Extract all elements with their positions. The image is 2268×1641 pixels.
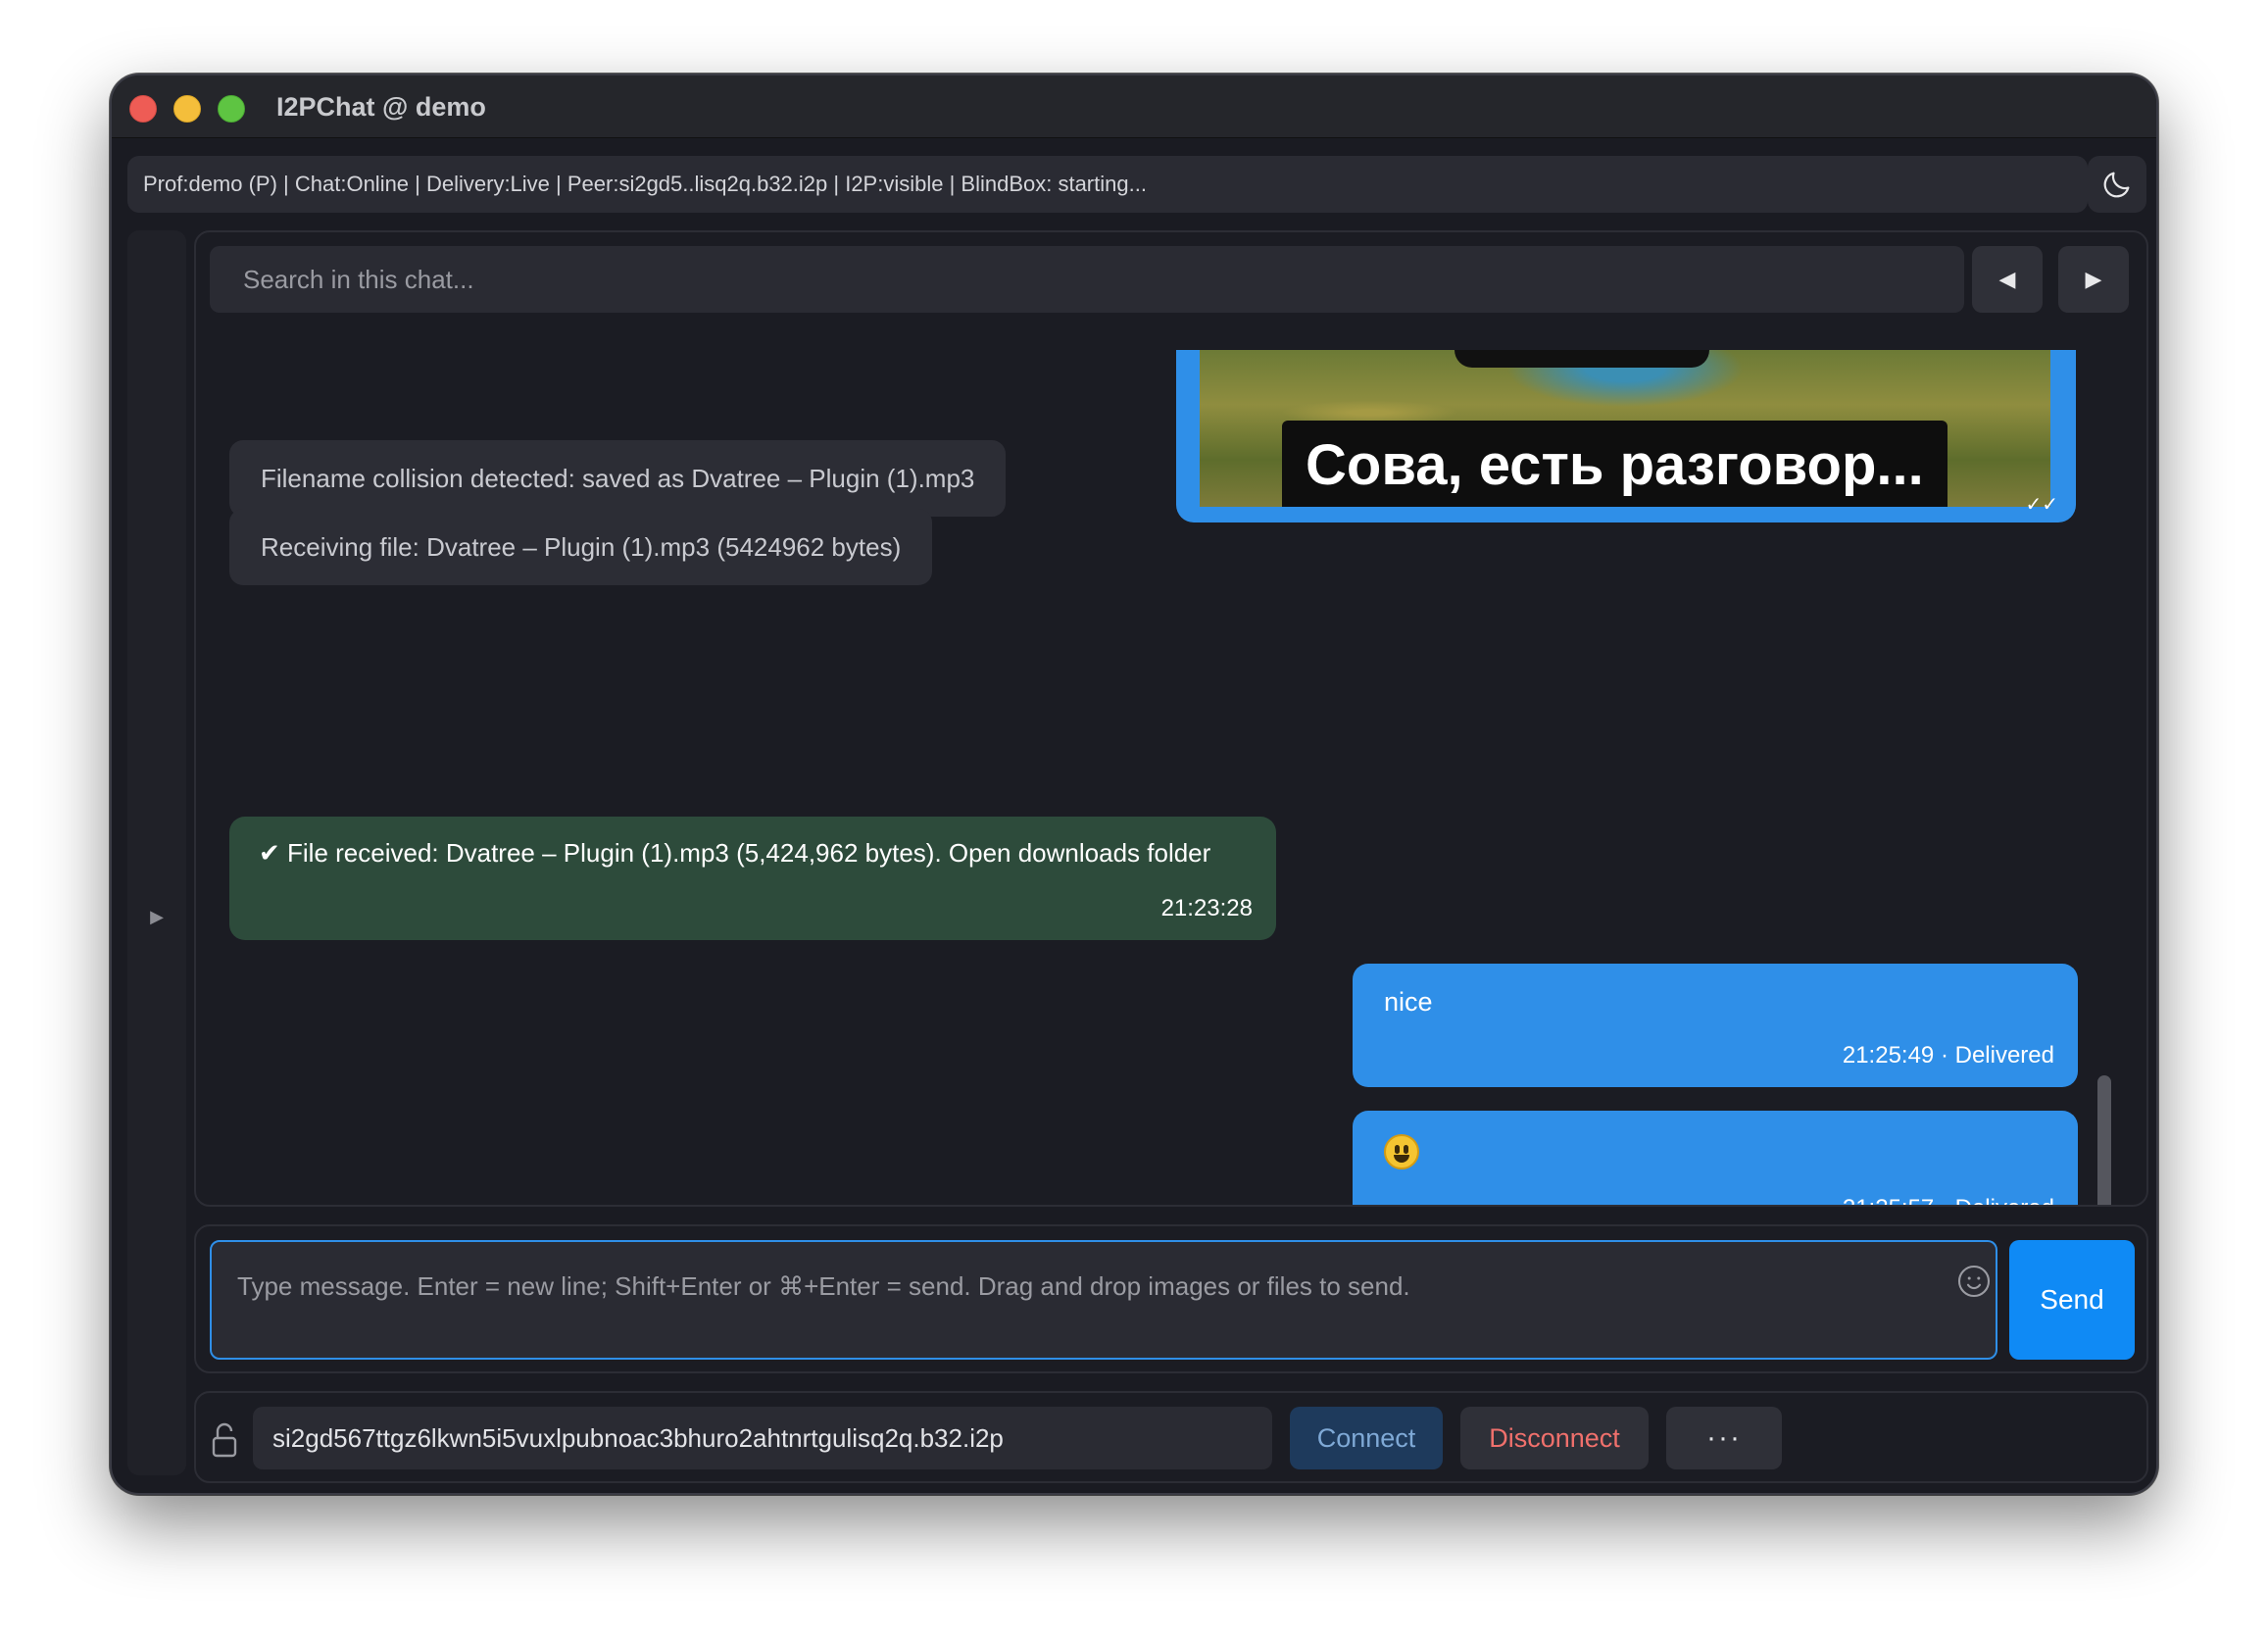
maximize-window-button[interactable] [218, 95, 245, 123]
moon-icon [2103, 172, 2130, 198]
outgoing-message[interactable]: 21:25:57 · Delivered [1353, 1111, 2078, 1205]
outgoing-message[interactable]: nice 21:25:49 · Delivered [1353, 964, 2078, 1087]
app-window: I2PChat @ demo Prof:demo (P) | Chat:Onli… [110, 74, 2158, 1495]
sidebar-toggle-button[interactable]: ▶ [127, 907, 186, 927]
title-bar: I2PChat @ demo [112, 75, 2156, 138]
peer-address-input[interactable] [253, 1407, 1272, 1469]
search-next-button[interactable]: ▶ [2058, 246, 2129, 313]
message-image[interactable]: Сова, есть разговор... [1200, 350, 2050, 507]
message-meta: 21:25:49 · Delivered [1842, 1042, 2054, 1069]
read-receipt-icon: ✓✓ [2025, 494, 2058, 516]
disconnect-button[interactable]: Disconnect [1460, 1407, 1649, 1469]
status-bar: Prof:demo (P) | Chat:Online | Delivery:L… [127, 156, 2088, 213]
connection-bar: Connect Disconnect ··· [194, 1391, 2148, 1483]
more-options-button[interactable]: ··· [1666, 1407, 1782, 1469]
file-received-message[interactable]: ✔ File received: Dvatree – Plugin (1).mp… [229, 817, 1276, 940]
lock-open-icon[interactable] [210, 1420, 239, 1460]
chat-scrollbar[interactable] [2097, 1075, 2111, 1205]
theme-toggle-button[interactable] [2088, 156, 2146, 213]
file-received-text[interactable]: ✔ File received: Dvatree – Plugin (1).mp… [259, 838, 1210, 869]
composer: Send [194, 1224, 2148, 1373]
sidebar: ▶ [127, 230, 186, 1475]
system-message: Receiving file: Dvatree – Plugin (1).mp3… [229, 509, 933, 585]
image-caption: Сова, есть разговор... [1282, 421, 1948, 507]
message-meta: 21:25:57 · Delivered [1843, 1195, 2054, 1205]
minimize-window-button[interactable] [173, 95, 201, 123]
message-input[interactable] [210, 1240, 1997, 1360]
connect-button[interactable]: Connect [1290, 1407, 1443, 1469]
message-time: 21:23:28 [1160, 895, 1253, 921]
window-title: I2PChat @ demo [276, 92, 486, 122]
image-shadow [1454, 350, 1709, 368]
chat-search-input[interactable] [210, 246, 1964, 313]
message-text: nice [1384, 987, 1433, 1017]
smiley-emoji-icon [1384, 1134, 1419, 1169]
send-button[interactable]: Send [2009, 1240, 2135, 1360]
chat-panel: ◀ ▶ Сова, есть разговор... ✓✓ Filename c… [194, 230, 2148, 1207]
search-prev-button[interactable]: ◀ [1972, 246, 2043, 313]
image-message[interactable]: Сова, есть разговор... ✓✓ [1176, 350, 2076, 522]
close-window-button[interactable] [129, 95, 157, 123]
smiley-outline-icon[interactable] [1956, 1264, 1992, 1299]
system-message: Filename collision detected: saved as Dv… [229, 440, 1007, 517]
